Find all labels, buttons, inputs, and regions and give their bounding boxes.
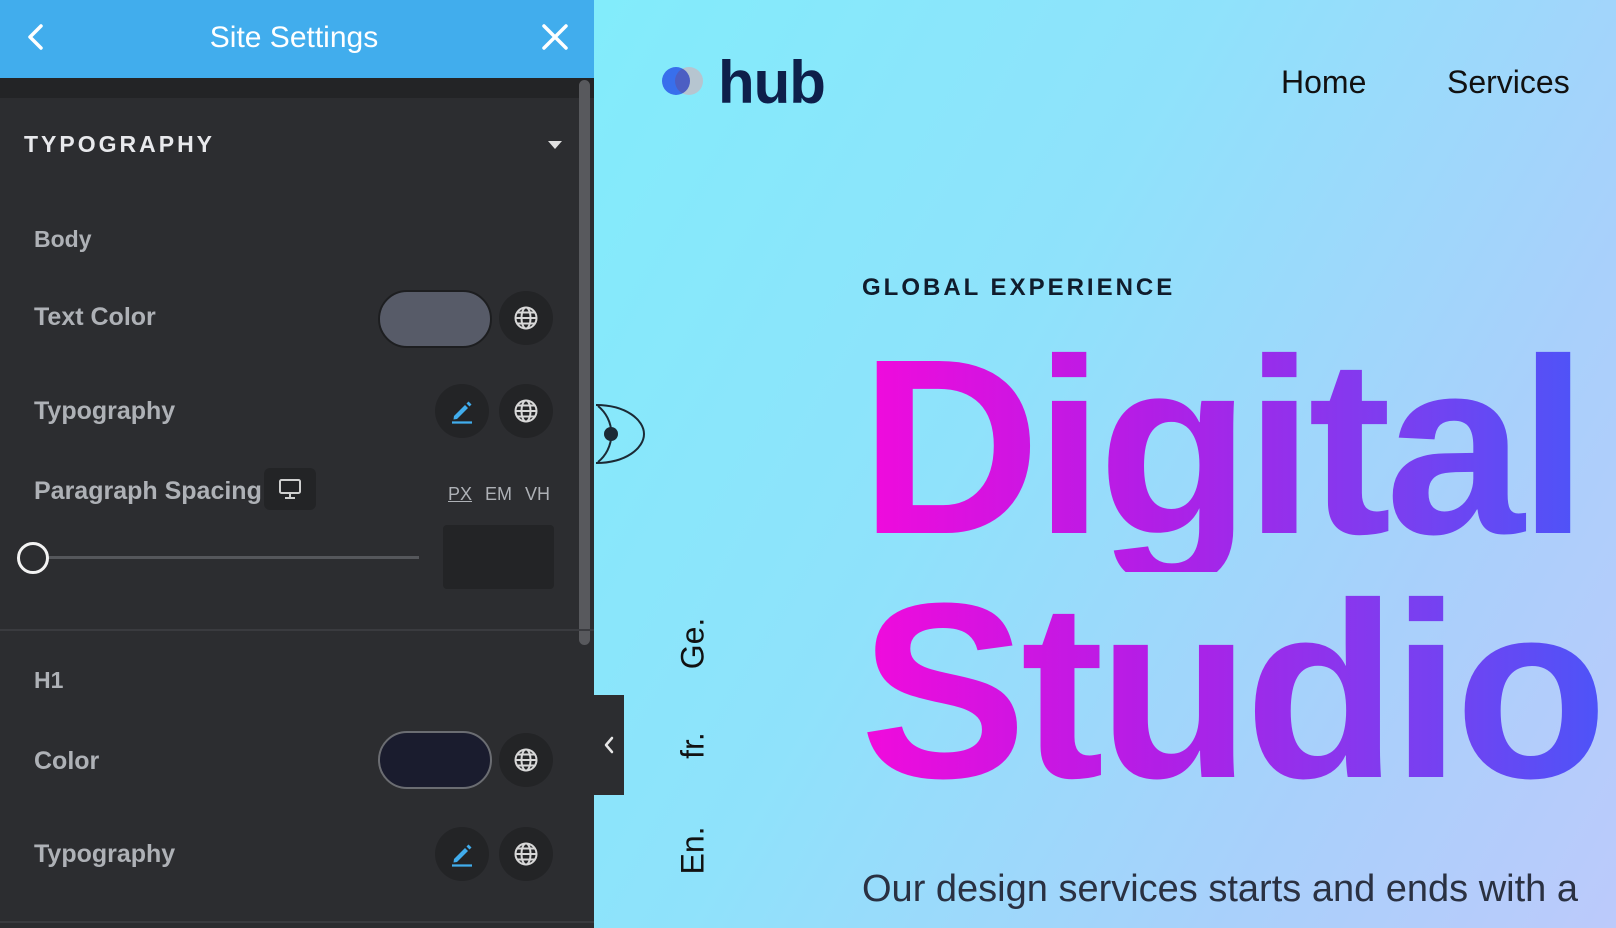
close-icon [542, 24, 568, 50]
responsive-device-button[interactable] [264, 468, 316, 510]
logo-mark-icon [662, 67, 706, 97]
h1-typography-global-button[interactable] [499, 827, 553, 881]
hero-tagline: Our design services starts and ends with… [862, 868, 1579, 910]
h1-color-global-button[interactable] [499, 733, 553, 787]
close-button[interactable] [538, 20, 572, 54]
h1-color-label: Color [34, 747, 100, 775]
section-divider [0, 921, 594, 923]
body-typography-label: Typography [34, 397, 176, 425]
drag-handle-icon[interactable] [596, 400, 646, 468]
h1-heading: H1 [34, 667, 64, 693]
language-fr[interactable]: fr. [675, 696, 712, 796]
nav-home[interactable]: Home [1281, 64, 1366, 101]
hero-title-line2: Studio [860, 551, 1608, 830]
pencil-icon [452, 844, 472, 867]
desktop-icon [279, 479, 301, 499]
site-settings-panel: Site Settings TYPOGRAPHY Body Text Color… [0, 0, 594, 928]
panel-header: Site Settings [0, 0, 594, 78]
logo-text: hub [718, 48, 826, 116]
panel-title: Site Settings [209, 21, 379, 54]
pencil-icon [452, 401, 472, 424]
hero-title-line1: Digital [860, 307, 1588, 586]
language-ge[interactable]: Ge. [675, 594, 712, 694]
text-color-global-button[interactable] [499, 291, 553, 345]
collapse-panel-button[interactable] [594, 695, 624, 795]
paragraph-spacing-input[interactable] [443, 525, 554, 589]
globe-icon [514, 399, 538, 423]
site-logo[interactable]: hub [662, 48, 842, 116]
site-preview: hub Home Services Ge. fr. En. GLOBAL EXP… [594, 0, 1616, 928]
globe-icon [514, 842, 538, 866]
unit-em[interactable]: EM [485, 484, 512, 505]
panel-header-divider [0, 78, 594, 98]
unit-vh[interactable]: VH [525, 484, 550, 505]
paragraph-spacing-slider[interactable] [34, 556, 419, 559]
body-heading: Body [34, 226, 92, 252]
section-divider [0, 629, 594, 631]
unit-px[interactable]: PX [448, 484, 472, 505]
panel-scrollbar[interactable] [579, 80, 590, 645]
hero-eyebrow: GLOBAL EXPERIENCE [862, 274, 1176, 301]
text-color-swatch[interactable] [378, 290, 492, 348]
section-title-typography[interactable]: TYPOGRAPHY [24, 131, 215, 158]
body-typography-edit-button[interactable] [435, 384, 489, 438]
globe-icon [514, 748, 538, 772]
nav-services[interactable]: Services [1447, 64, 1570, 101]
text-color-label: Text Color [34, 303, 156, 331]
paragraph-spacing-label: Paragraph Spacing [34, 477, 262, 505]
language-en[interactable]: En. [675, 801, 712, 901]
h1-typography-edit-button[interactable] [435, 827, 489, 881]
body-typography-global-button[interactable] [499, 384, 553, 438]
caret-down-icon[interactable] [548, 141, 562, 149]
chevron-left-icon [604, 736, 614, 754]
h1-typography-label: Typography [34, 840, 176, 868]
slider-handle[interactable] [17, 542, 49, 574]
globe-icon [514, 306, 538, 330]
h1-color-swatch[interactable] [378, 731, 492, 789]
